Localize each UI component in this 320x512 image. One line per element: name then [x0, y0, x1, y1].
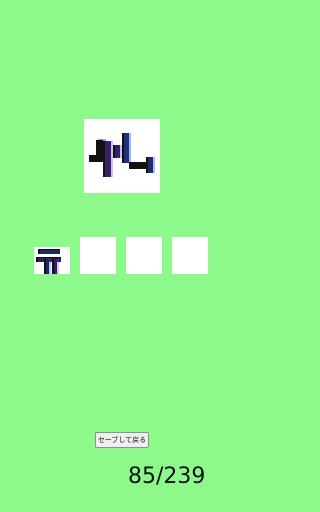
- answer-slot-2[interactable]: [80, 237, 116, 274]
- save-and-return-button[interactable]: セーブして戻る: [95, 432, 149, 448]
- answer-slot-3[interactable]: [126, 237, 162, 274]
- target-glyph-card: [84, 119, 160, 193]
- answer-slot-4[interactable]: [172, 237, 208, 274]
- partial-kanji-glyph-icon: [34, 247, 70, 274]
- fragmented-kanji-glyph-icon: [89, 133, 155, 177]
- progress-counter: 85/239: [128, 464, 206, 489]
- answer-slot-1[interactable]: [34, 237, 70, 274]
